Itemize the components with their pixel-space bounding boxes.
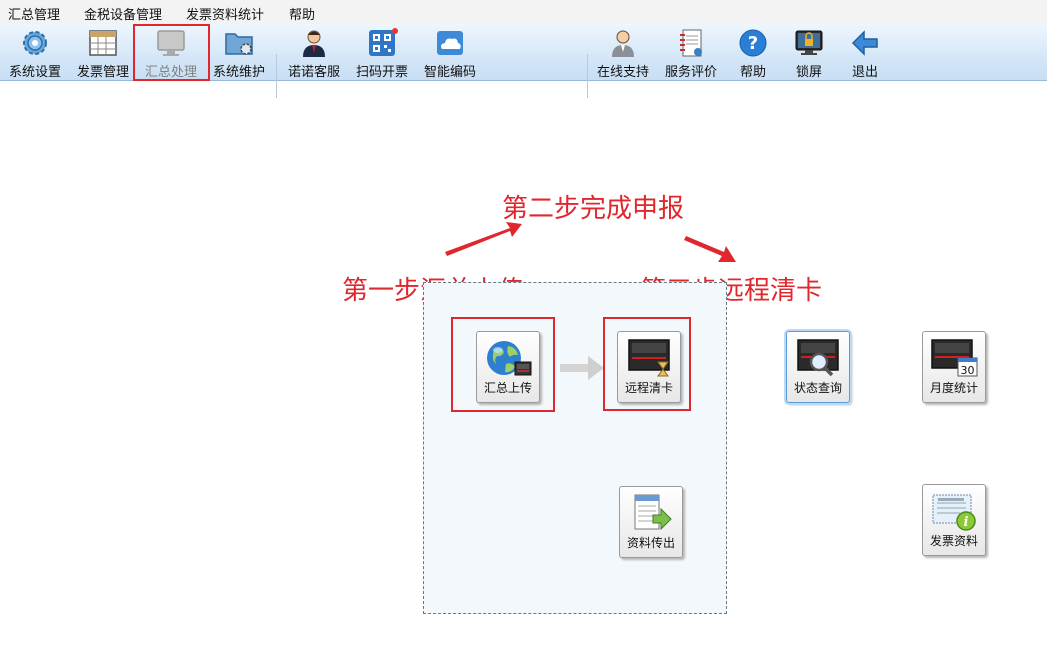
system-settings-label: 系统设置	[8, 65, 61, 80]
remote-clear-card-highlight	[603, 317, 691, 411]
invoice-data-button[interactable]: i 发票资料	[922, 484, 986, 556]
monthly-statistics-button[interactable]: 30 月度统计	[922, 331, 986, 403]
calendar-grid-icon	[87, 28, 119, 58]
monitor-calendar-icon: 30	[930, 338, 978, 378]
status-query-button[interactable]: 状态查询	[786, 331, 850, 403]
summary-upload-highlight	[451, 317, 555, 412]
system-maintenance-label: 系统维护	[212, 65, 265, 80]
help-button[interactable]: ? 帮助	[728, 26, 778, 80]
lock-screen-icon	[793, 28, 825, 58]
nuonuo-customer-service-label: 诺诺客服	[287, 65, 340, 80]
help-label: 帮助	[739, 65, 766, 80]
svg-text:?: ?	[748, 33, 758, 54]
menu-bar: 汇总管理 金税设备管理 发票资料统计 帮助	[0, 0, 1047, 24]
nuonuo-customer-service-button[interactable]: 诺诺客服	[283, 26, 345, 80]
online-support-button[interactable]: 在线支持	[592, 26, 654, 80]
smart-coding-button[interactable]: 智能编码	[419, 26, 481, 80]
menu-summary-management[interactable]: 汇总管理	[8, 4, 60, 23]
qr-code-icon	[366, 28, 398, 58]
menu-invoice-statistics[interactable]: 发票资料统计	[186, 4, 264, 23]
scan-invoice-button[interactable]: 扫码开票	[351, 26, 413, 80]
help-icon: ?	[737, 28, 769, 58]
invoice-data-label: 发票资料	[929, 534, 978, 548]
svg-text:i: i	[964, 515, 969, 530]
lock-screen-button[interactable]: 锁屏	[784, 26, 834, 80]
monitor-search-icon	[794, 338, 842, 378]
flow-arrow-icon	[560, 356, 604, 380]
menu-tax-device-management[interactable]: 金税设备管理	[84, 4, 162, 23]
service-evaluation-label: 服务评价	[664, 65, 717, 80]
system-settings-button[interactable]: 系统设置	[4, 26, 66, 80]
folder-gear-icon	[223, 28, 255, 58]
online-support-label: 在线支持	[596, 65, 649, 80]
calendar-day-number: 30	[961, 364, 975, 377]
exit-button[interactable]: 退出	[840, 26, 890, 80]
monthly-statistics-label: 月度统计	[929, 381, 978, 395]
service-evaluation-button[interactable]: 服务评价	[660, 26, 722, 80]
data-export-label: 资料传出	[626, 536, 675, 550]
toolbar-separator	[587, 54, 588, 98]
cloud-icon	[434, 28, 466, 58]
invoice-management-button[interactable]: 发票管理	[72, 26, 134, 80]
invoice-management-label: 发票管理	[76, 65, 129, 80]
data-export-button[interactable]: 资料传出	[619, 486, 683, 558]
lock-screen-label: 锁屏	[795, 65, 822, 80]
system-maintenance-button[interactable]: 系统维护	[208, 26, 270, 80]
annotation-arrow-left	[445, 222, 522, 256]
annotation-arrow-right	[684, 236, 736, 262]
toolbar-separator	[276, 54, 277, 98]
document-export-icon	[627, 493, 675, 533]
status-query-label: 状态查询	[793, 381, 842, 395]
online-support-icon	[607, 28, 639, 58]
exit-label: 退出	[851, 65, 878, 80]
smart-coding-label: 智能编码	[423, 65, 476, 80]
summary-processing-highlight	[133, 24, 210, 81]
scan-invoice-label: 扫码开票	[355, 65, 408, 80]
notebook-icon	[675, 28, 707, 58]
exit-arrow-icon	[849, 28, 881, 58]
invoice-info-icon: i	[930, 491, 978, 531]
menu-help[interactable]: 帮助	[289, 4, 315, 23]
customer-service-icon	[298, 28, 330, 58]
gear-icon	[19, 28, 51, 58]
